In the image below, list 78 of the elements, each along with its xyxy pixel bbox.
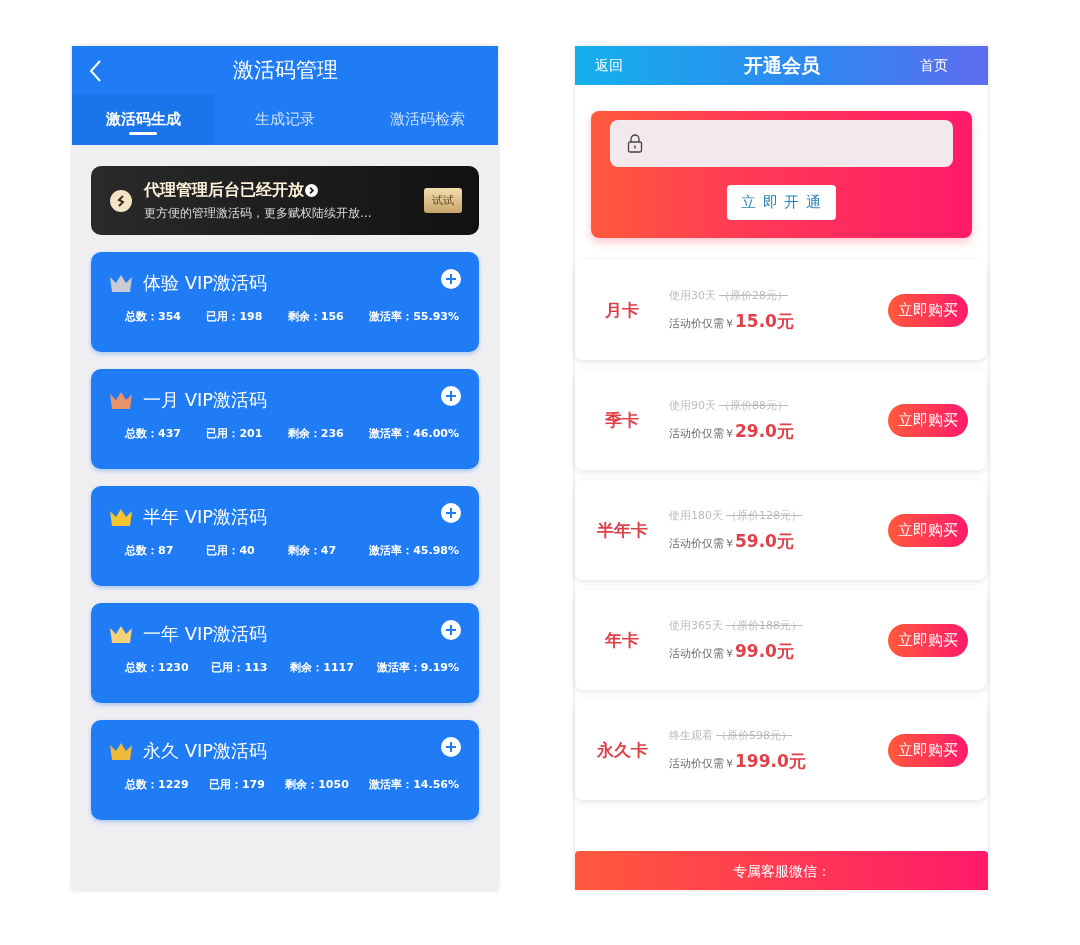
card-title: 体验 VIP激活码 bbox=[143, 271, 269, 295]
chevron-icon bbox=[305, 183, 318, 197]
promo-banner[interactable]: 代理管理后台已经开放 更方便的管理激活码，更多赋权陆续开放... 试试 bbox=[91, 166, 479, 235]
add-icon[interactable] bbox=[441, 737, 461, 757]
plan-name: 季卡 bbox=[604, 408, 640, 432]
plan-name: 年卡 bbox=[604, 628, 640, 652]
price-label: 活动价仅需￥ bbox=[669, 645, 735, 661]
plan-name: 半年卡 bbox=[595, 518, 649, 542]
stat-text: 总数：87 bbox=[125, 543, 174, 558]
price-text: 199.0元 bbox=[735, 749, 806, 773]
home-link[interactable]: 首页 bbox=[920, 56, 948, 75]
stat-text: 剩余：156 bbox=[287, 309, 344, 324]
duration-text: 使用365天 bbox=[669, 617, 723, 633]
original-price: （原价598元） bbox=[716, 727, 792, 743]
card-title: 一年 VIP激活码 bbox=[143, 622, 269, 646]
price-label: 活动价仅需￥ bbox=[669, 425, 735, 441]
stat-text: 剩余：236 bbox=[287, 426, 344, 441]
buy-button[interactable]: 立即购买 bbox=[888, 623, 968, 657]
duration-text: 终生观看 bbox=[669, 727, 713, 743]
footer-text: 专属客服微信： bbox=[732, 863, 831, 881]
price-text: 59.0元 bbox=[735, 529, 794, 553]
stat-text: 剩余：47 bbox=[287, 543, 337, 558]
stat-text: 总数：1230 bbox=[125, 660, 189, 675]
code-input-field[interactable] bbox=[610, 120, 953, 167]
original-price: （原价128元） bbox=[726, 507, 802, 523]
buy-button[interactable]: 立即购买 bbox=[888, 403, 968, 437]
price-label: 活动价仅需￥ bbox=[669, 535, 735, 551]
banner-title: 代理管理后台已经开放 bbox=[144, 179, 304, 201]
duration-text: 使用90天 bbox=[669, 397, 716, 413]
page-title: 激活码管理 bbox=[232, 57, 338, 84]
coin-icon bbox=[109, 188, 133, 213]
stat-text: 已用：113 bbox=[211, 660, 268, 675]
tab[interactable]: 生成记录 bbox=[214, 94, 356, 145]
card-title: 一月 VIP激活码 bbox=[143, 388, 269, 412]
banner-subtitle: 更方便的管理激活码，更多赋权陆续开放... bbox=[144, 204, 373, 222]
try-button[interactable]: 试试 bbox=[424, 188, 462, 213]
card-title: 永久 VIP激活码 bbox=[143, 739, 269, 763]
stat-text: 激活率：46.00% bbox=[369, 426, 459, 441]
add-icon[interactable] bbox=[441, 386, 461, 406]
price-text: 99.0元 bbox=[735, 639, 794, 663]
stat-text: 总数：437 bbox=[125, 426, 181, 441]
tab[interactable]: 激活码检索 bbox=[356, 94, 498, 145]
stat-text: 剩余：1117 bbox=[290, 660, 354, 675]
lock-icon bbox=[627, 134, 643, 153]
original-price: （原价88元） bbox=[719, 397, 788, 413]
tab[interactable]: 激活码生成 bbox=[72, 94, 214, 145]
buy-button[interactable]: 立即购买 bbox=[888, 733, 968, 767]
plan-name: 月卡 bbox=[604, 298, 640, 322]
stat-text: 剩余：1050 bbox=[285, 777, 349, 792]
add-icon[interactable] bbox=[441, 503, 461, 523]
plan-name: 永久卡 bbox=[595, 738, 649, 762]
back-link[interactable]: 返回 bbox=[595, 56, 623, 75]
stat-text: 激活率：55.93% bbox=[369, 309, 459, 324]
stat-text: 已用：201 bbox=[206, 426, 263, 441]
price-text: 15.0元 bbox=[735, 309, 794, 333]
activate-button[interactable]: 立 即 开 通 bbox=[726, 185, 837, 220]
stat-text: 已用：40 bbox=[206, 543, 255, 558]
stat-text: 总数：354 bbox=[125, 309, 181, 324]
buy-button[interactable]: 立即购买 bbox=[888, 293, 968, 327]
price-label: 活动价仅需￥ bbox=[669, 315, 735, 331]
buy-button[interactable]: 立即购买 bbox=[888, 513, 968, 547]
stat-text: 激活率：14.56% bbox=[369, 777, 459, 792]
add-icon[interactable] bbox=[441, 269, 461, 289]
duration-text: 使用30天 bbox=[669, 287, 716, 303]
card-title: 半年 VIP激活码 bbox=[143, 505, 269, 529]
original-price: （原价188元） bbox=[726, 617, 802, 633]
back-icon[interactable] bbox=[88, 59, 102, 83]
stat-text: 总数：1229 bbox=[125, 777, 189, 792]
add-icon[interactable] bbox=[441, 620, 461, 640]
stat-text: 已用：198 bbox=[206, 309, 263, 324]
original-price: （原价28元） bbox=[719, 287, 788, 303]
duration-text: 使用180天 bbox=[669, 507, 723, 523]
stat-text: 已用：179 bbox=[208, 777, 265, 792]
page-title: 开通会员 bbox=[743, 52, 820, 78]
price-label: 活动价仅需￥ bbox=[669, 755, 735, 771]
price-text: 29.0元 bbox=[735, 419, 794, 443]
stat-text: 激活率：45.98% bbox=[369, 543, 459, 558]
stat-text: 激活率：9.19% bbox=[376, 660, 459, 675]
